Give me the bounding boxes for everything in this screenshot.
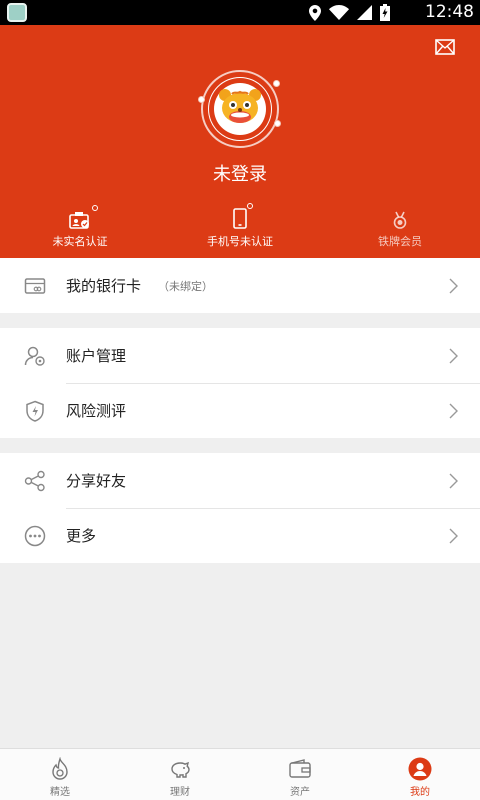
profile-header: 未登录 未实名认证 手机号未认证 铁牌会员 (0, 25, 480, 258)
avatar[interactable] (198, 70, 281, 148)
wifi-icon (329, 5, 349, 20)
battery-icon (380, 4, 390, 21)
status-bar: 12:48 (0, 0, 480, 25)
piggy-bank-icon (171, 761, 190, 778)
tiger-mascot-icon (209, 78, 271, 140)
location-icon (309, 4, 321, 21)
tab-label: 理财 (170, 787, 190, 798)
stat-phone[interactable]: 手机号未认证 (175, 203, 305, 249)
chevron-right-icon (449, 528, 458, 544)
tab-assets[interactable]: 资产 (240, 749, 360, 800)
user-icon (408, 757, 432, 781)
menu-item-share[interactable]: 分享好友 (0, 453, 480, 508)
menu-item-label: 账户管理 (66, 347, 127, 365)
menu-item-label: 我的银行卡 (66, 277, 142, 295)
stat-label: 未实名认证 (52, 235, 108, 248)
chevron-right-icon (449, 278, 458, 294)
stat-label: 铁牌会员 (378, 235, 422, 248)
login-status[interactable]: 未登录 (0, 160, 480, 186)
tab-label: 资产 (290, 787, 310, 798)
menu-group-other: 分享好友 更多 (0, 453, 480, 563)
bank-card-status: （未绑定） (158, 279, 213, 293)
menu-item-more[interactable]: 更多 (0, 508, 480, 563)
more-icon (24, 525, 46, 547)
bottom-tab-bar: 精选 理财 资产 我的 (0, 748, 480, 800)
menu-item-label: 更多 (66, 527, 97, 545)
user-settings-icon (24, 346, 45, 366)
menu-item-risk[interactable]: 风险测评 (0, 383, 480, 438)
chevron-right-icon (449, 473, 458, 489)
clock: 12:48 (425, 2, 474, 22)
tab-featured[interactable]: 精选 (0, 749, 120, 800)
phone-icon (233, 208, 247, 229)
chevron-right-icon (449, 403, 458, 419)
chevron-right-icon (449, 348, 458, 364)
tab-finance[interactable]: 理财 (120, 749, 240, 800)
stat-label: 手机号未认证 (207, 235, 273, 248)
id-card-icon (69, 212, 89, 229)
bank-card-icon (24, 278, 46, 294)
tab-label: 精选 (50, 787, 70, 798)
tab-mine[interactable]: 我的 (360, 749, 480, 800)
menu-item-account[interactable]: 账户管理 (0, 328, 480, 383)
menu-item-label: 风险测评 (66, 402, 127, 420)
menu-item-label: 分享好友 (66, 472, 127, 490)
signal-icon (357, 5, 372, 20)
menu-group-account: 账户管理 风险测评 (0, 328, 480, 438)
mail-icon[interactable] (435, 39, 455, 55)
wallet-icon (289, 759, 311, 778)
tab-label: 我的 (410, 787, 430, 798)
app-notification-icon (7, 3, 27, 22)
share-icon (24, 470, 45, 492)
shield-icon (26, 400, 44, 422)
menu-item-bank-card[interactable]: 我的银行卡 （未绑定） (0, 258, 480, 313)
flame-icon (52, 757, 68, 780)
stat-membership[interactable]: 铁牌会员 (335, 207, 465, 249)
stat-real-name[interactable]: 未实名认证 (15, 205, 145, 249)
medal-icon (393, 211, 407, 229)
menu-group-bank: 我的银行卡 （未绑定） (0, 258, 480, 313)
